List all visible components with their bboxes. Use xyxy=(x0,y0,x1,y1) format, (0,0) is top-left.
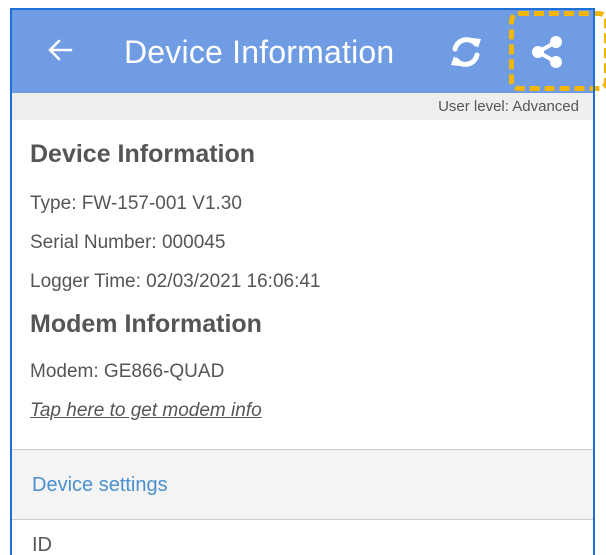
settings-item-id-label: ID xyxy=(32,534,52,555)
modem-info-heading: Modem Information xyxy=(30,310,262,338)
app-bar: Device Information xyxy=(12,10,606,93)
arrow-left-icon xyxy=(48,39,73,61)
logger-time: Logger Time: 02/03/2021 16:06:41 xyxy=(30,271,321,292)
frame-border-right xyxy=(593,8,595,555)
refresh-icon xyxy=(451,37,481,67)
share-button[interactable] xyxy=(525,30,569,74)
back-button[interactable] xyxy=(40,30,80,70)
serial-number: Serial Number: 000045 xyxy=(30,232,226,253)
screen-frame: Device Information User level: Advanced … xyxy=(0,0,606,555)
device-settings-row[interactable]: Device settings xyxy=(12,450,593,519)
device-settings-label: Device settings xyxy=(32,474,168,496)
device-type: Type: FW-157-001 V1.30 xyxy=(30,193,242,214)
modem-model: Modem: GE866-QUAD xyxy=(30,361,225,382)
share-icon xyxy=(532,36,562,68)
page-title: Device Information xyxy=(124,34,395,70)
refresh-button[interactable] xyxy=(444,30,488,74)
modem-info-link[interactable]: Tap here to get modem info xyxy=(30,400,262,422)
settings-item-id[interactable]: ID xyxy=(12,520,593,555)
user-level-bar: User level: Advanced xyxy=(12,93,593,120)
user-level-label: User level: Advanced xyxy=(438,98,579,115)
frame-border-top xyxy=(10,8,595,10)
device-info-heading: Device Information xyxy=(30,140,256,168)
frame-border-left xyxy=(10,8,12,555)
